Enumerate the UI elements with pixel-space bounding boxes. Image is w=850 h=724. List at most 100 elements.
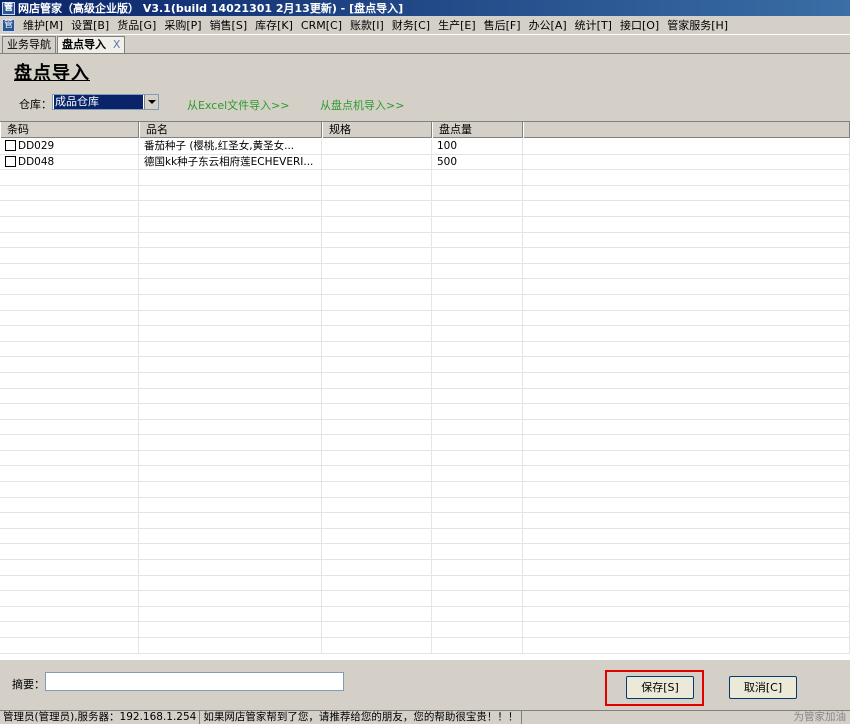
menu-finance[interactable]: 财务[C] bbox=[388, 17, 434, 34]
row-checkbox[interactable] bbox=[5, 155, 16, 167]
tab-stocktake-import[interactable]: 盘点导入 X bbox=[57, 36, 126, 53]
empty-cell bbox=[322, 419, 432, 435]
tab-business-nav[interactable]: 业务导航 bbox=[2, 36, 56, 53]
qty-cell[interactable]: 100 bbox=[432, 139, 523, 154]
empty-table-row bbox=[0, 326, 850, 342]
import-excel-link[interactable]: 从Excel文件导入>> bbox=[187, 97, 290, 113]
empty-cell bbox=[139, 450, 322, 466]
spec-cell[interactable] bbox=[322, 154, 432, 170]
menu-sales[interactable]: 销售[S] bbox=[206, 17, 252, 34]
empty-cell bbox=[0, 544, 139, 560]
column-header-name[interactable]: 品名 bbox=[139, 122, 322, 138]
tab-bar: 业务导航 盘点导入 X bbox=[0, 36, 850, 54]
empty-cell bbox=[322, 201, 432, 216]
empty-cell bbox=[0, 528, 139, 544]
menu-statistics[interactable]: 统计[T] bbox=[571, 17, 616, 34]
warehouse-select[interactable]: 成品仓库 bbox=[52, 94, 159, 110]
empty-cell bbox=[322, 482, 432, 497]
close-icon[interactable]: X bbox=[113, 38, 121, 51]
empty-cell bbox=[432, 310, 523, 326]
menu-service[interactable]: 管家服务[H] bbox=[663, 17, 732, 34]
empty-cell bbox=[0, 404, 139, 419]
chevron-down-icon[interactable] bbox=[144, 95, 158, 109]
empty-cell bbox=[432, 638, 523, 653]
empty-cell bbox=[523, 513, 850, 528]
table-row[interactable]: DD029 番茄种子 (樱桃,红圣女,黄圣女... 100 bbox=[0, 139, 850, 155]
empty-cell bbox=[0, 638, 139, 653]
empty-cell bbox=[322, 528, 432, 544]
empty-table-row bbox=[0, 170, 850, 186]
empty-table-row bbox=[0, 466, 850, 483]
empty-cell bbox=[322, 575, 432, 591]
empty-cell bbox=[139, 201, 322, 216]
status-user: 管理员(管理员),服务器：192.168.1.254 bbox=[0, 711, 201, 724]
empty-cell bbox=[0, 341, 139, 357]
empty-cell bbox=[432, 482, 523, 497]
empty-cell bbox=[0, 435, 139, 450]
barcode-cell[interactable]: DD029 bbox=[0, 139, 139, 154]
empty-cell bbox=[523, 622, 850, 637]
qty-cell[interactable]: 500 bbox=[432, 154, 523, 170]
empty-cell bbox=[0, 170, 139, 185]
empty-cell bbox=[523, 232, 850, 248]
status-message: 如果网店管家帮到了您，请推荐给您的朋友，您的帮助很宝贵！！！ bbox=[200, 711, 523, 724]
column-header-barcode[interactable]: 条码 bbox=[0, 122, 139, 138]
empty-table-row bbox=[0, 450, 850, 467]
warehouse-label: 仓库： bbox=[19, 98, 52, 111]
menu-settings[interactable]: 设置[B] bbox=[67, 17, 113, 34]
empty-table-row bbox=[0, 591, 850, 607]
summary-input[interactable] bbox=[45, 672, 344, 691]
row-checkbox[interactable] bbox=[5, 140, 16, 151]
empty-cell bbox=[139, 435, 322, 450]
import-counter-link[interactable]: 从盘点机导入>> bbox=[320, 97, 404, 113]
empty-table-row bbox=[0, 185, 850, 202]
table-row[interactable]: DD048 德国kk种子东云相府莲ECHEVERI... 500 bbox=[0, 154, 850, 171]
menu-goods[interactable]: 货品[G] bbox=[113, 17, 160, 34]
empty-cell bbox=[432, 575, 523, 591]
empty-table-row bbox=[0, 357, 850, 373]
menu-accounts[interactable]: 账款[I] bbox=[346, 17, 388, 34]
app-icon[interactable]: 管 bbox=[2, 18, 15, 32]
name-cell[interactable]: 番茄种子 (樱桃,红圣女,黄圣女... bbox=[139, 139, 322, 154]
empty-cell bbox=[523, 201, 850, 216]
app-icon: 管 bbox=[2, 1, 15, 15]
menu-office[interactable]: 办公[A] bbox=[525, 17, 571, 34]
menu-maintain[interactable]: 维护[M] bbox=[19, 17, 67, 34]
barcode-cell[interactable]: DD048 bbox=[0, 154, 139, 170]
empty-table-row bbox=[0, 341, 850, 358]
menu-purchase[interactable]: 采购[P] bbox=[160, 17, 205, 34]
column-header-spec[interactable]: 规格 bbox=[322, 122, 432, 138]
menu-interface[interactable]: 接口[O] bbox=[616, 17, 663, 34]
empty-cell bbox=[523, 326, 850, 341]
empty-cell bbox=[0, 232, 139, 248]
empty-cell bbox=[322, 310, 432, 326]
menu-crm[interactable]: CRM[C] bbox=[297, 17, 346, 34]
empty-cell bbox=[432, 263, 523, 279]
empty-cell bbox=[322, 279, 432, 294]
name-cell[interactable]: 德国kk种子东云相府莲ECHEVERI... bbox=[139, 154, 322, 170]
cancel-button[interactable]: 取消[C] bbox=[729, 676, 797, 699]
empty-cell bbox=[322, 232, 432, 248]
menu-production[interactable]: 生产[E] bbox=[434, 17, 480, 34]
empty-cell bbox=[139, 638, 322, 653]
empty-cell bbox=[523, 310, 850, 326]
menu-inventory[interactable]: 库存[K] bbox=[251, 17, 297, 34]
empty-cell bbox=[0, 591, 139, 606]
column-header-qty[interactable]: 盘点量 bbox=[432, 122, 523, 138]
empty-cell bbox=[432, 404, 523, 419]
save-button[interactable]: 保存[S] bbox=[626, 676, 694, 699]
menu-aftersales[interactable]: 售后[F] bbox=[480, 17, 525, 34]
empty-cell bbox=[523, 294, 850, 310]
status-promo[interactable]: 为管家加油 bbox=[791, 711, 850, 724]
empty-table-row bbox=[0, 216, 850, 233]
empty-cell bbox=[432, 326, 523, 341]
empty-cell bbox=[139, 575, 322, 591]
empty-cell bbox=[322, 326, 432, 341]
spec-cell[interactable] bbox=[322, 139, 432, 154]
empty-cell bbox=[0, 216, 139, 232]
empty-cell bbox=[0, 497, 139, 513]
empty-cell bbox=[139, 357, 322, 372]
empty-cell bbox=[139, 341, 322, 357]
menu-bar: 管 维护[M] 设置[B] 货品[G] 采购[P] 销售[S] 库存[K] CR… bbox=[0, 16, 850, 35]
empty-cell bbox=[432, 497, 523, 513]
